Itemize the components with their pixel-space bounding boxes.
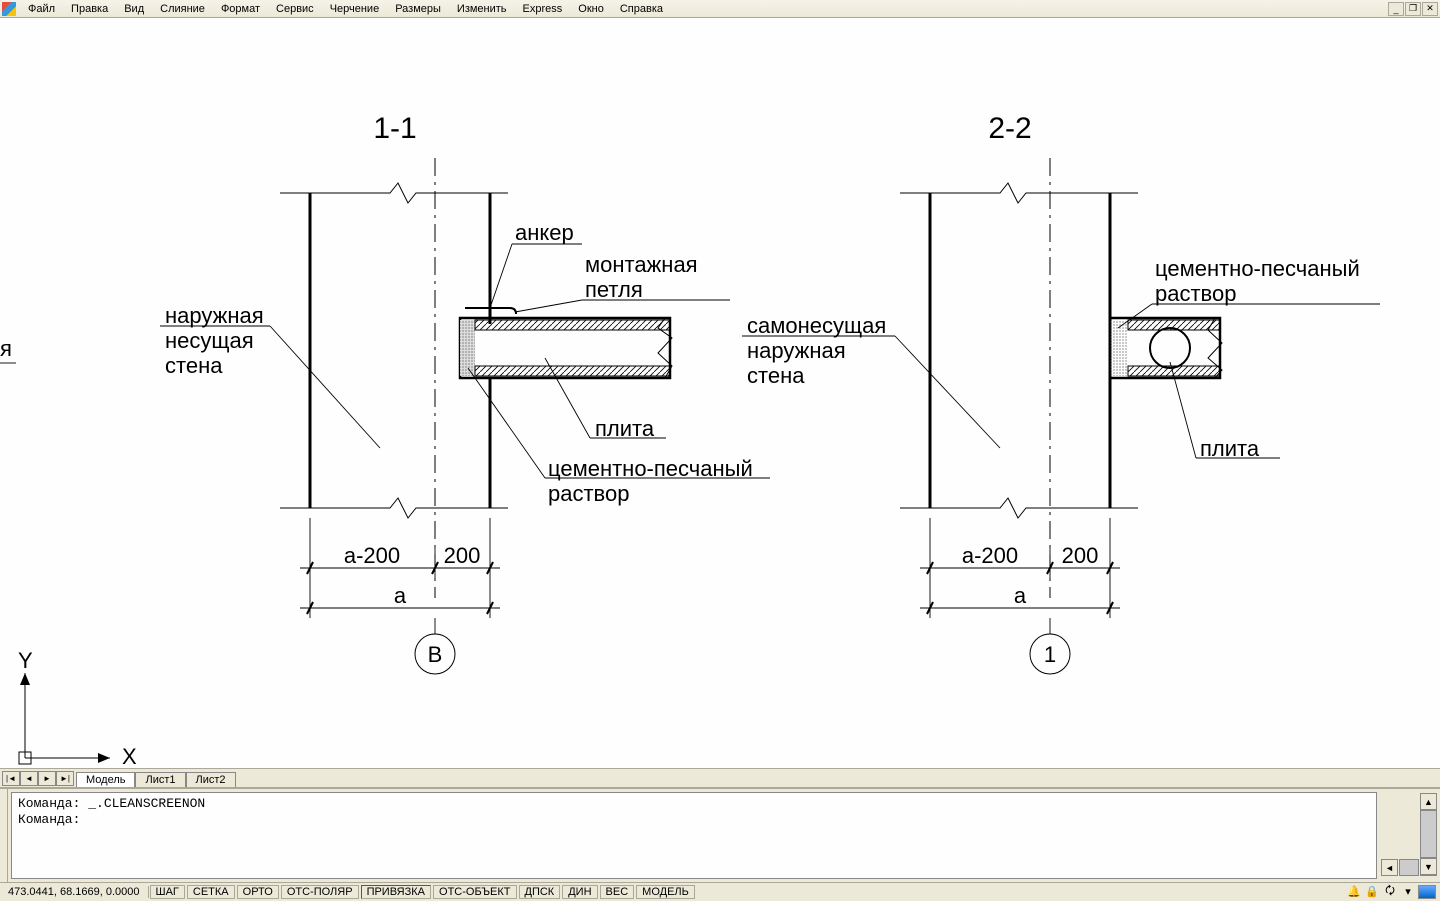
- section-1-title: 1-1: [373, 112, 416, 145]
- menu-edit[interactable]: Правка: [63, 2, 116, 16]
- cmd-scroll-up[interactable]: ▲: [1420, 793, 1437, 810]
- label-plate-1: плита: [595, 416, 655, 441]
- close-button[interactable]: ✕: [1422, 2, 1438, 16]
- status-tray-icon[interactable]: ▾: [1400, 884, 1416, 900]
- cmd-line-1: Команда: _.CLEANSCREENON: [18, 796, 205, 811]
- minimize-button[interactable]: _: [1388, 2, 1404, 16]
- menu-dimensions[interactable]: Размеры: [387, 2, 449, 16]
- status-lock-icon[interactable]: 🔒: [1364, 884, 1380, 900]
- status-toggle-дин[interactable]: ДИН: [562, 885, 597, 899]
- cmd-line-2: Команда:: [18, 812, 80, 827]
- dim-a-200-1: а-200: [344, 543, 400, 568]
- status-toggle-дпск[interactable]: ДПСК: [519, 885, 561, 899]
- label-cement-2b: раствор: [1155, 281, 1236, 306]
- axis-1-label: 1: [1044, 642, 1056, 667]
- label-mount-loop-2: петля: [585, 277, 643, 302]
- status-bar: 473.0441, 68.1669, 0.0000 ШАГСЕТКАОРТООТ…: [0, 882, 1440, 900]
- tab-sheet1[interactable]: Лист1: [135, 772, 185, 787]
- label-ext-wall-1: наружная: [165, 303, 264, 328]
- status-toggle-привязка[interactable]: ПРИВЯЗКА: [361, 885, 431, 899]
- menu-help[interactable]: Справка: [612, 2, 671, 16]
- command-resize-grip[interactable]: [0, 789, 8, 882]
- cmd-scroll-thumb-h[interactable]: [1399, 859, 1419, 876]
- status-refresh-icon[interactable]: 🗘: [1382, 884, 1398, 900]
- tab-sheet2[interactable]: Лист2: [186, 772, 236, 787]
- tab-prev-button[interactable]: ◄: [20, 771, 38, 786]
- cmd-scroll-left[interactable]: ◄: [1381, 859, 1398, 876]
- cmd-scroll-down[interactable]: ▼: [1420, 858, 1437, 875]
- label-ext-wall-3: стена: [165, 353, 223, 378]
- cleanscreen-toggle-icon[interactable]: [1418, 885, 1436, 899]
- menu-view[interactable]: Вид: [116, 2, 152, 16]
- menubar: Файл Правка Вид Слияние Формат Сервис Че…: [0, 0, 1440, 18]
- label-cropped: я: [0, 336, 12, 361]
- label-cement-2a: цементно-песчаный: [1155, 256, 1360, 281]
- label-cement-1b: раствор: [548, 481, 629, 506]
- label-self-wall-3: стена: [747, 363, 805, 388]
- menu-tools[interactable]: Сервис: [268, 2, 322, 16]
- menu-file[interactable]: Файл: [20, 2, 63, 16]
- drawing-svg: 1-1 анкер монтажная петля плита цементно…: [0, 18, 1440, 768]
- label-plate-2: плита: [1200, 436, 1260, 461]
- status-coordinates: 473.0441, 68.1669, 0.0000: [0, 886, 149, 898]
- ucs-x-label: X: [122, 744, 137, 768]
- status-toggle-сетка[interactable]: СЕТКА: [187, 885, 235, 899]
- label-anchor: анкер: [515, 220, 574, 245]
- layout-tabs-bar: |◄ ◄ ► ►| Модель Лист1 Лист2: [0, 768, 1440, 788]
- menu-modify[interactable]: Изменить: [449, 2, 515, 16]
- axis-b-label: В: [428, 642, 443, 667]
- menu-merge[interactable]: Слияние: [152, 2, 213, 16]
- drawing-canvas[interactable]: 1-1 анкер монтажная петля плита цементно…: [0, 18, 1440, 768]
- menu-format[interactable]: Формат: [213, 2, 268, 16]
- dim-a-1: а: [394, 583, 407, 608]
- command-window: Команда: _.CLEANSCREENON Команда: ◄ ► ▲ …: [0, 788, 1440, 882]
- tab-model[interactable]: Модель: [76, 772, 135, 787]
- status-toggle-вес[interactable]: ВЕС: [600, 885, 635, 899]
- status-comm-icon[interactable]: 🔔: [1346, 884, 1362, 900]
- menu-express[interactable]: Express: [515, 2, 571, 16]
- label-self-wall-2: наружная: [747, 338, 846, 363]
- menu-window[interactable]: Окно: [570, 2, 612, 16]
- tab-first-button[interactable]: |◄: [2, 771, 20, 786]
- status-toggle-шаг[interactable]: ШАГ: [150, 885, 185, 899]
- tab-next-button[interactable]: ►: [38, 771, 56, 786]
- cmd-scroll-thumb-v[interactable]: [1420, 810, 1437, 858]
- ucs-icon: X Y: [18, 648, 137, 768]
- dim-200-1: 200: [444, 543, 481, 568]
- app-icon: [2, 2, 16, 16]
- label-self-wall-1: самонесущая: [747, 313, 886, 338]
- tab-last-button[interactable]: ►|: [56, 771, 74, 786]
- label-mount-loop-1: монтажная: [585, 252, 698, 277]
- restore-button[interactable]: ❐: [1405, 2, 1421, 16]
- section-2-title: 2-2: [988, 112, 1031, 145]
- dim-a-200-2: а-200: [962, 543, 1018, 568]
- status-toggle-отс-поляр[interactable]: ОТС-ПОЛЯР: [281, 885, 359, 899]
- command-input[interactable]: Команда: _.CLEANSCREENON Команда:: [11, 792, 1377, 879]
- dim-a-2: а: [1014, 583, 1027, 608]
- status-toggle-модель[interactable]: МОДЕЛЬ: [636, 885, 695, 899]
- status-toggle-отс-объект[interactable]: ОТС-ОБЪЕКТ: [433, 885, 516, 899]
- menu-draw[interactable]: Черчение: [322, 2, 388, 16]
- status-toggle-орто[interactable]: ОРТО: [237, 885, 279, 899]
- label-cement-1a: цементно-песчаный: [548, 456, 753, 481]
- ucs-y-label: Y: [18, 648, 33, 673]
- label-ext-wall-2: несущая: [165, 328, 254, 353]
- dim-200-2: 200: [1062, 543, 1099, 568]
